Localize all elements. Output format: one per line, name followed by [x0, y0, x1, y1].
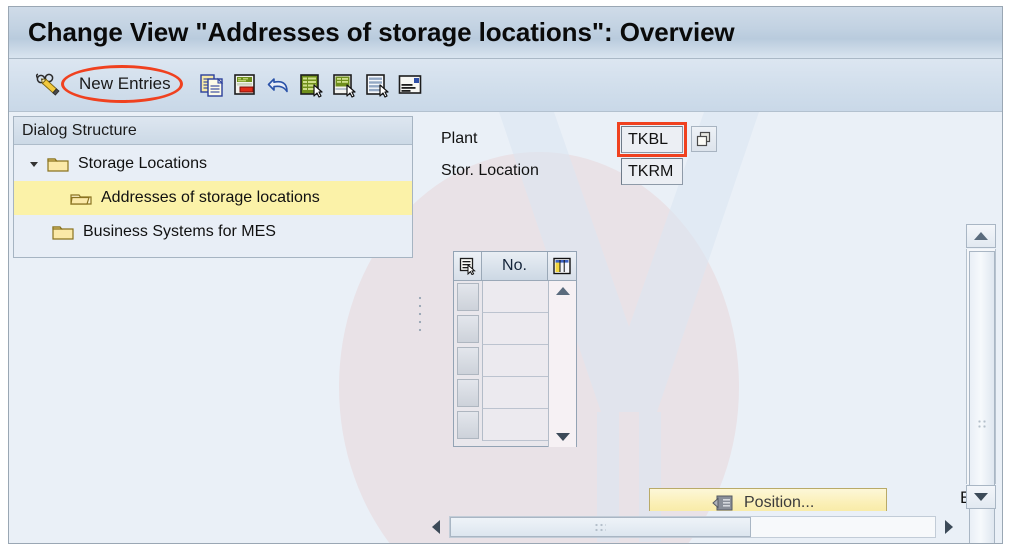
scroll-right-button[interactable] [938, 516, 960, 538]
field-row-plant: Plant [441, 130, 621, 148]
undo-icon[interactable] [265, 72, 291, 98]
copy-icon[interactable] [199, 72, 225, 98]
dialog-structure-header: Dialog Structure [14, 117, 412, 145]
splitter-grip [418, 294, 422, 334]
row-selector[interactable] [454, 409, 482, 441]
scroll-up-button[interactable] [966, 224, 996, 248]
sidebar-item-addresses-of-storage-locations[interactable]: Addresses of storage locations [14, 181, 412, 215]
details-icon[interactable] [397, 72, 423, 98]
sidebar-item-label: Storage Locations [78, 155, 207, 172]
scroll-left-button[interactable] [425, 516, 447, 538]
toolbar-icon-group [199, 72, 423, 98]
field-row-stor-location: Stor. Location [441, 162, 621, 180]
new-entries-container: New Entries [61, 65, 183, 104]
sap-gui-window: Change View "Addresses of storage locati… [0, 0, 1011, 550]
table-header-row: No. [454, 252, 576, 281]
plant-label: Plant [441, 130, 478, 147]
row-selector[interactable] [454, 345, 482, 377]
content-area: Dialog Structure Storage Locations Addre… [9, 112, 1002, 543]
row-selector[interactable] [454, 377, 482, 409]
position-arrow-icon [712, 494, 734, 512]
select-all-icon[interactable] [454, 252, 482, 280]
triangle-down-icon[interactable] [553, 430, 573, 444]
folder-icon [47, 155, 69, 173]
scroll-thumb-grip [977, 418, 987, 429]
table-column-header-no[interactable]: No. [482, 252, 548, 280]
sidebar-item-storage-locations[interactable]: Storage Locations [14, 147, 412, 181]
dialog-structure-panel: Dialog Structure Storage Locations Addre… [13, 116, 413, 258]
sidebar-item-label: Addresses of storage locations [101, 189, 320, 206]
panel-splitter[interactable] [415, 116, 425, 507]
horizontal-scroll-track[interactable] [449, 516, 936, 538]
deselect-table-icon[interactable] [364, 72, 390, 98]
window-frame: Change View "Addresses of storage locati… [8, 6, 1003, 544]
title-bar: Change View "Addresses of storage locati… [9, 7, 1002, 59]
plant-multiple-selection-button[interactable] [691, 126, 717, 152]
panel-vertical-scrollbar[interactable] [966, 224, 996, 543]
stor-location-label: Stor. Location [441, 162, 539, 179]
multiple-selection-icon [696, 131, 711, 147]
open-folder-icon [70, 189, 92, 207]
sidebar-item-label: Business Systems for MES [83, 223, 276, 240]
vertical-scroll-track[interactable] [966, 249, 996, 543]
position-button-label: Position... [744, 493, 815, 511]
page-title: Change View "Addresses of storage locati… [28, 17, 735, 47]
plant-input[interactable] [621, 126, 683, 153]
address-table: No. [453, 251, 577, 447]
select-block-table-icon[interactable] [331, 72, 357, 98]
stor-location-input[interactable] [621, 158, 683, 185]
select-all-table-icon[interactable] [298, 72, 324, 98]
delete-icon[interactable] [232, 72, 258, 98]
chevron-down-icon[interactable] [26, 156, 42, 172]
application-toolbar: New Entries [9, 59, 1002, 112]
glasses-pencil-icon[interactable] [33, 70, 63, 100]
row-selector[interactable] [454, 313, 482, 345]
horizontal-scroll-thumb[interactable] [450, 517, 751, 537]
table-vertical-scrollbar[interactable] [548, 281, 576, 447]
dialog-structure-tree: Storage Locations Addresses of storage l… [14, 145, 412, 249]
folder-icon [52, 223, 74, 241]
table-settings-icon[interactable] [548, 252, 576, 280]
triangle-up-icon[interactable] [553, 284, 573, 298]
position-button[interactable]: Position... [649, 488, 887, 511]
detail-panel: Plant Stor. Location [425, 116, 996, 511]
scroll-down-button[interactable] [966, 485, 996, 509]
panel-horizontal-scrollbar[interactable] [425, 515, 960, 539]
scroll-thumb-grip [594, 522, 607, 532]
new-entries-button[interactable]: New Entries [69, 71, 181, 98]
table-body [454, 281, 576, 447]
row-selector[interactable] [454, 281, 482, 313]
sidebar-item-business-systems-for-mes[interactable]: Business Systems for MES [14, 215, 412, 249]
